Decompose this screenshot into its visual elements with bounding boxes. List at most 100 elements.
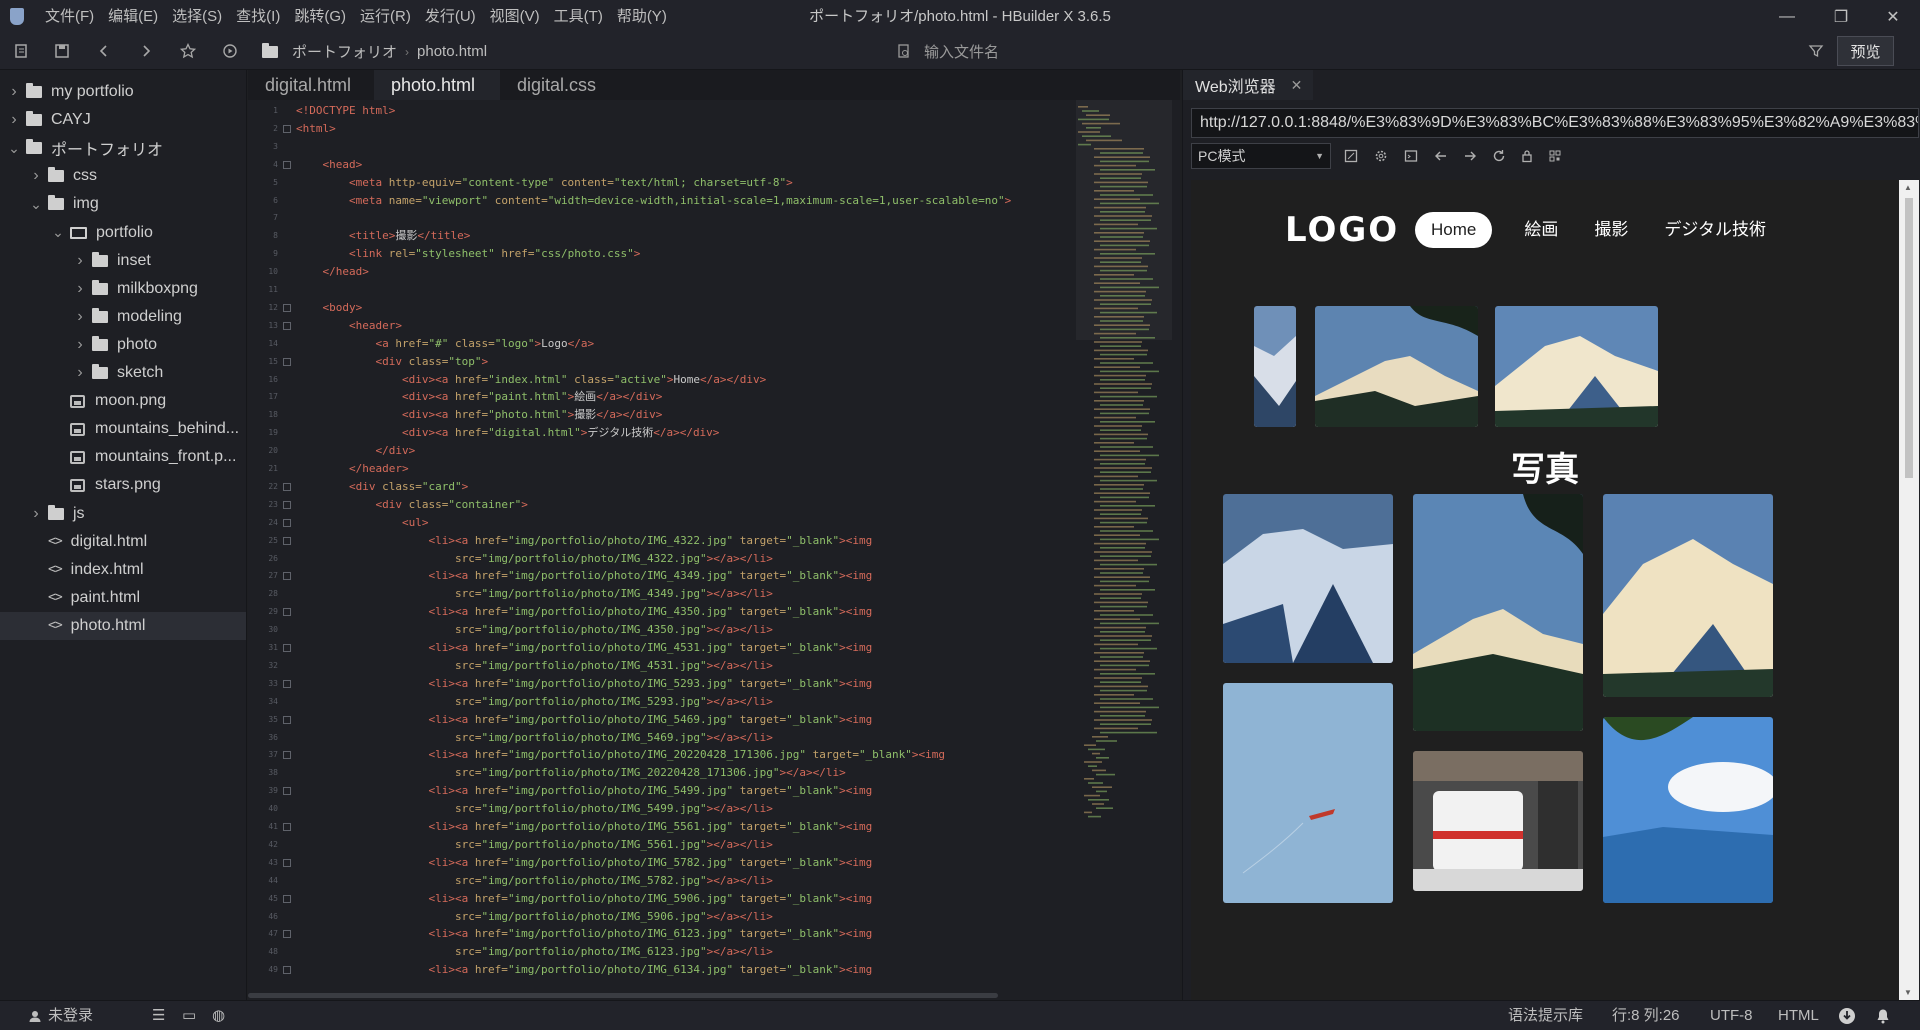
code-area[interactable]: <!DOCTYPE html> <html> <head> <meta http-… — [296, 102, 1126, 990]
menu-select[interactable]: 选择(S) — [165, 0, 229, 33]
tab-digital-html[interactable]: digital.html — [248, 70, 374, 100]
file-search-input[interactable]: 输入文件名 — [896, 37, 1376, 65]
download-icon[interactable] — [1838, 1001, 1856, 1030]
tree-item[interactable]: › css — [0, 162, 246, 190]
scrollbar-thumb[interactable] — [1905, 198, 1913, 478]
fold-toggle[interactable] — [283, 966, 291, 975]
fold-toggle[interactable] — [283, 482, 291, 491]
gallery-photo-3[interactable] — [1603, 494, 1773, 697]
fold-toggle[interactable] — [283, 787, 291, 796]
device-mode-select[interactable]: PC模式 ▼ — [1191, 143, 1331, 169]
tree-item[interactable]: › photo — [0, 331, 246, 359]
tree-item[interactable]: › sketch — [0, 359, 246, 387]
back-arrow-icon[interactable] — [1431, 146, 1451, 166]
fold-toggle[interactable] — [283, 160, 291, 169]
back-icon[interactable] — [94, 41, 114, 61]
menu-run[interactable]: 运行(R) — [353, 0, 418, 33]
fold-toggle[interactable] — [283, 894, 291, 903]
filter-icon[interactable] — [1806, 41, 1826, 61]
console-icon[interactable]: ▭ — [182, 1001, 196, 1030]
chevron-right-icon[interactable]: › — [74, 308, 86, 326]
chevron-right-icon[interactable]: › — [74, 364, 86, 382]
web-nav-photo[interactable]: 撮影 — [1576, 212, 1646, 248]
notification-icon[interactable] — [1876, 1001, 1890, 1030]
fold-toggle[interactable] — [283, 124, 291, 133]
menu-goto[interactable]: 跳转(G) — [287, 0, 353, 33]
menu-view[interactable]: 视图(V) — [483, 0, 547, 33]
screenshot-icon[interactable] — [1341, 146, 1361, 166]
web-logo[interactable]: LOGO — [1285, 210, 1399, 250]
fold-toggle[interactable] — [283, 930, 291, 939]
fold-toggle[interactable] — [283, 679, 291, 688]
fold-toggle[interactable] — [283, 536, 291, 545]
devtools-icon[interactable] — [1401, 146, 1421, 166]
maximize-button[interactable]: ❐ — [1814, 0, 1868, 33]
settings-icon[interactable] — [1371, 146, 1391, 166]
menu-edit[interactable]: 编辑(E) — [101, 0, 165, 33]
tree-item[interactable]: <> digital.html — [0, 528, 246, 556]
tree-item[interactable]: mountains_front.p... — [0, 443, 246, 471]
login-status[interactable]: 未登录 — [28, 1001, 93, 1030]
menu-help[interactable]: 帮助(Y) — [610, 0, 674, 33]
fold-toggle[interactable] — [283, 303, 291, 312]
fold-toggle[interactable] — [283, 357, 291, 366]
fold-toggle[interactable] — [283, 751, 291, 760]
chevron-right-icon[interactable]: › — [8, 111, 20, 129]
carousel-photo-1[interactable] — [1254, 306, 1296, 427]
tree-item[interactable]: <> paint.html — [0, 584, 246, 612]
close-window-button[interactable]: ✕ — [1866, 0, 1920, 33]
cursor-position[interactable]: 行:8 列:26 — [1612, 1001, 1680, 1030]
close-tab-icon[interactable]: ✕ — [1291, 77, 1303, 94]
tab-photo-html[interactable]: photo.html — [374, 70, 500, 100]
chevron-right-icon[interactable]: › — [30, 167, 42, 185]
chevron-right-icon[interactable]: › — [30, 505, 42, 523]
breadcrumb-item-file[interactable]: photo.html — [417, 43, 487, 60]
globe-icon[interactable]: ◍ — [212, 1001, 225, 1030]
tree-item[interactable]: › my portfolio — [0, 78, 246, 106]
chevron-right-icon[interactable]: › — [74, 280, 86, 298]
scroll-down-icon[interactable]: ▼ — [1904, 988, 1912, 997]
tree-item[interactable]: <> index.html — [0, 556, 246, 584]
menu-tools[interactable]: 工具(T) — [547, 0, 610, 33]
tree-item[interactable]: › milkboxpng — [0, 275, 246, 303]
forward-arrow-icon[interactable] — [1460, 146, 1480, 166]
chevron-right-icon[interactable]: › — [8, 83, 20, 101]
fold-toggle[interactable] — [283, 644, 291, 652]
reload-icon[interactable] — [1489, 146, 1509, 166]
fold-toggle[interactable] — [283, 572, 291, 581]
gallery-photo-5[interactable] — [1413, 751, 1583, 891]
chevron-down-icon[interactable]: ⌄ — [30, 196, 42, 213]
gallery-photo-6[interactable] — [1603, 717, 1773, 903]
qr-icon[interactable] — [1545, 146, 1565, 166]
tab-digital-css[interactable]: digital.css — [500, 70, 626, 100]
tree-item[interactable]: ⌄ portfolio — [0, 219, 246, 247]
tree-item[interactable]: mountains_behind... — [0, 415, 246, 443]
fold-toggle[interactable] — [283, 715, 291, 724]
preview-button[interactable]: 预览 — [1837, 36, 1894, 66]
new-file-icon[interactable] — [12, 41, 32, 61]
gallery-photo-4[interactable] — [1223, 683, 1393, 903]
minimap[interactable] — [1076, 100, 1180, 990]
carousel-photo-3[interactable] — [1495, 306, 1658, 427]
tree-item[interactable]: › modeling — [0, 303, 246, 331]
lock-icon[interactable] — [1517, 146, 1537, 166]
fold-toggle[interactable] — [283, 858, 291, 867]
tree-item[interactable]: <> photo.html — [0, 611, 246, 640]
gallery-photo-1[interactable] — [1223, 494, 1393, 663]
tree-item[interactable]: › js — [0, 500, 246, 528]
minimize-button[interactable]: — — [1760, 0, 1814, 33]
forward-icon[interactable] — [136, 41, 156, 61]
carousel-photo-2[interactable] — [1315, 306, 1478, 427]
chevron-down-icon[interactable]: ⌄ — [8, 140, 20, 157]
tree-item[interactable]: ⌄ img — [0, 190, 246, 218]
gallery-photo-2[interactable] — [1413, 494, 1583, 731]
tree-item[interactable]: › inset — [0, 247, 246, 275]
fold-toggle[interactable] — [283, 321, 291, 330]
browser-vertical-scrollbar[interactable]: ▲ ▼ — [1899, 180, 1919, 1000]
star-icon[interactable] — [178, 41, 198, 61]
language-hint[interactable]: 语法提示库 — [1508, 1001, 1583, 1030]
fold-toggle[interactable] — [283, 608, 291, 617]
web-nav-home[interactable]: Home — [1415, 212, 1493, 248]
fold-toggle[interactable] — [283, 500, 291, 509]
horizontal-scrollbar[interactable] — [248, 990, 1128, 1000]
